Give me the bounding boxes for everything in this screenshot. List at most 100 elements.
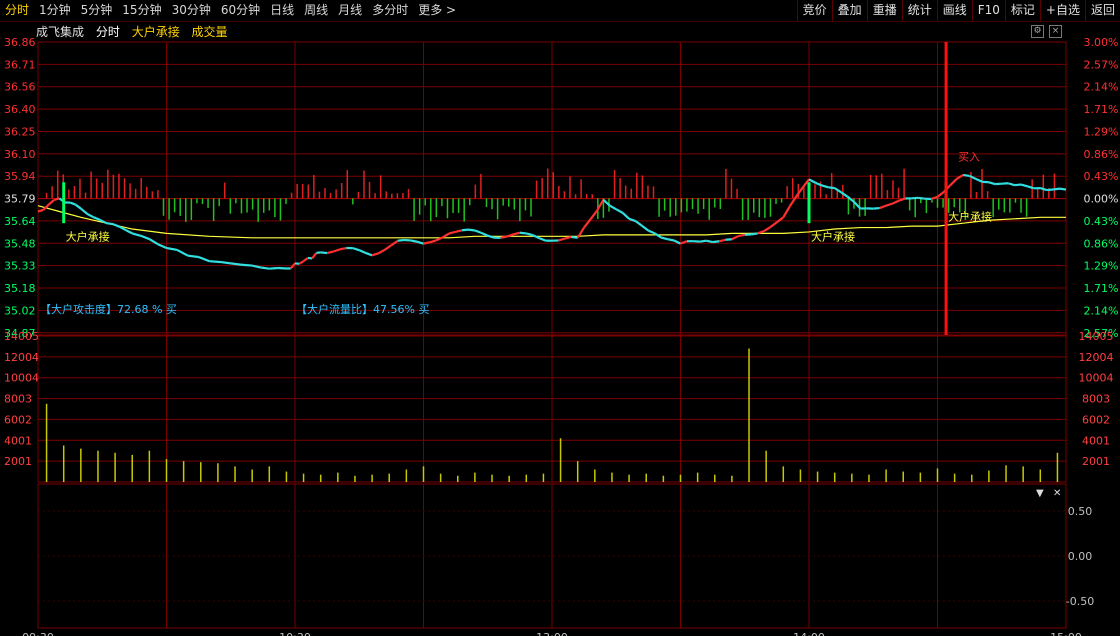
pct-tick-label: 3.00% [1084, 36, 1119, 49]
price-line-segment [705, 239, 713, 244]
chevron-down-icon[interactable]: ▼ [1036, 488, 1044, 499]
volume-tick-label: 6002 [4, 413, 32, 426]
price-line-segment [892, 199, 900, 205]
price-line-segment [956, 174, 964, 180]
price-line-segment [1039, 187, 1048, 192]
price-line-segment [166, 246, 178, 252]
indicator-tick-label: 0.50 [1068, 505, 1093, 518]
price-line-segment [448, 230, 456, 235]
pct-tick-label: 1.71% [1084, 282, 1119, 295]
price-line-segment [718, 238, 726, 243]
signal-label: 大户承接 [66, 230, 110, 244]
price-line-segment [918, 196, 925, 200]
price-tick-label: 36.86 [4, 36, 36, 49]
time-label: 09:30 [22, 631, 54, 636]
price-line-segment [500, 235, 508, 239]
price-line-segment [384, 244, 393, 251]
price-line-segment [738, 233, 745, 238]
price-line-segment [106, 222, 114, 226]
price-line-segment [429, 239, 437, 244]
price-tick-label: 35.79 [4, 193, 36, 206]
price-line-segment [93, 216, 101, 221]
price-tick-label: 36.71 [4, 58, 36, 71]
price-line-segment [365, 251, 373, 257]
price-line-segment [112, 223, 120, 228]
price-line-segment [725, 238, 732, 241]
price-line-segment [1014, 183, 1022, 187]
pct-tick-label: 1.71% [1084, 103, 1119, 116]
price-line-segment [879, 204, 887, 210]
volume-tick-label-right: 12004 [1079, 351, 1114, 364]
price-line-segment [230, 262, 242, 266]
price-line-segment [371, 252, 379, 257]
price-line-segment [821, 184, 829, 189]
price-line-segment [513, 231, 521, 236]
intraday-chart: 36.86 3.00% 36.71 2.57% 36.56 2.14% 36.40 1.71%… [4, 36, 1119, 636]
pct-tick-label: 1.29% [1084, 260, 1119, 273]
pct-tick-label: 2.14% [1084, 304, 1119, 317]
volume-tick-label: 12004 [4, 351, 39, 364]
price-line-segment [69, 201, 76, 206]
price-line-segment [397, 238, 405, 242]
volume-tick-label-right: 10004 [1079, 372, 1114, 385]
price-line-segment [1052, 187, 1060, 191]
price-line-segment [538, 237, 546, 242]
price-line-segment [47, 199, 55, 206]
price-line-segment [442, 232, 450, 239]
time-label: 10:30 [279, 631, 311, 636]
price-line-segment [468, 228, 476, 232]
price-line-segment [699, 239, 707, 243]
price-line-segment [911, 196, 919, 200]
price-line-segment [294, 262, 300, 265]
price-line-segment [410, 239, 418, 243]
price-line-segment [571, 235, 578, 239]
signal-label: 大户承接 [948, 210, 992, 224]
price-tick-label: 35.18 [4, 282, 36, 295]
price-line-segment [260, 266, 270, 270]
price-line-segment [988, 181, 996, 186]
price-line-segment [358, 249, 367, 254]
price-line-segment [423, 241, 431, 245]
price-line-segment [198, 255, 210, 263]
price-line-segment [241, 263, 253, 267]
price-line-segment [1059, 187, 1067, 191]
price-line-segment [480, 231, 489, 237]
flow-indicator-text: 【大户流量比】47.56% 买 [296, 303, 430, 316]
price-line-segment [751, 232, 758, 236]
volume-tick-label-right: 4001 [1082, 434, 1110, 447]
price-line-segment [776, 216, 784, 224]
price-line-segment [873, 206, 880, 210]
price-line-segment [634, 220, 643, 227]
price-line-segment [526, 232, 534, 237]
price-line-segment [140, 234, 150, 241]
price-line-segment [621, 212, 630, 220]
price-tick-label: 35.64 [4, 215, 36, 228]
price-line-segment [157, 243, 167, 250]
price-tick-label: 36.10 [4, 148, 36, 161]
price-line-segment [558, 237, 566, 242]
price-line-segment [209, 260, 221, 264]
price-line-segment [298, 260, 305, 265]
price-line-segment [654, 232, 662, 239]
price-line-segment [615, 208, 624, 214]
price-line-segment [828, 186, 835, 190]
price-line-segment [86, 212, 95, 219]
attack-indicator-text: 【大户攻击度】72.68 % 买 [40, 303, 177, 316]
price-tick-label: 35.48 [4, 237, 36, 250]
indicator-close-icon[interactable]: ✕ [1053, 488, 1061, 499]
price-line-segment [589, 210, 598, 220]
price-line-segment [731, 235, 739, 241]
signal-label: 大户承接 [811, 230, 855, 244]
price-line-segment [808, 178, 816, 184]
price-line-segment [769, 221, 778, 228]
volume-tick-label: 4001 [4, 434, 32, 447]
volume-tick-label-right: 2001 [1082, 455, 1110, 468]
price-line-segment [609, 204, 617, 211]
pct-tick-label: 0.86% [1084, 237, 1119, 250]
price-tick-label: 35.94 [4, 170, 36, 183]
price-line-segment [125, 229, 133, 235]
price-line-segment [176, 248, 189, 257]
price-line-segment [377, 248, 386, 255]
volume-tick-label-right: 6002 [1082, 413, 1110, 426]
price-tick-label: 36.56 [4, 81, 36, 94]
